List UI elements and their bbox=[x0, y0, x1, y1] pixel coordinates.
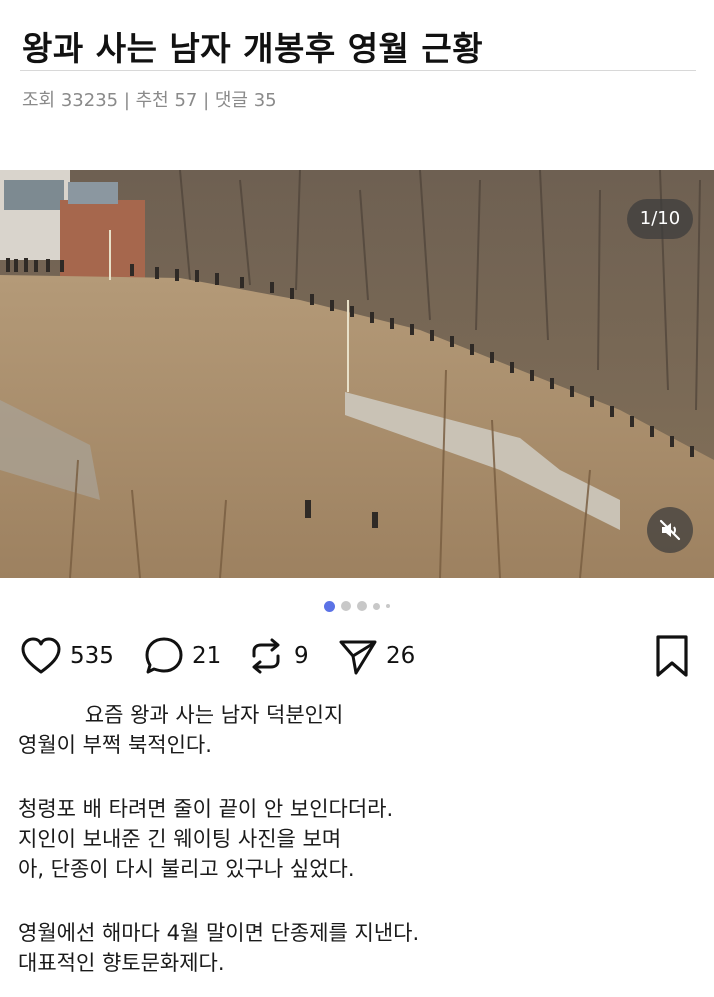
repost-button[interactable]: 9 bbox=[246, 632, 309, 680]
body-line: 지인이 보내준 긴 웨이팅 사진을 보며 bbox=[18, 827, 342, 851]
share-count: 26 bbox=[386, 643, 416, 669]
body-line bbox=[18, 884, 698, 918]
title-divider bbox=[20, 70, 696, 71]
bookmark-button[interactable] bbox=[654, 634, 690, 682]
repost-count: 9 bbox=[294, 643, 309, 669]
carousel-dot[interactable] bbox=[357, 601, 367, 611]
waiting-line-photo bbox=[0, 170, 714, 578]
body-line: 영월에선 해마다 4월 말이면 단종제를 지낸다. bbox=[18, 921, 420, 945]
body-line: 영월이 부쩍 북적인다. bbox=[18, 733, 212, 757]
action-bar: 535 21 9 26 bbox=[20, 632, 696, 680]
carousel-dot[interactable] bbox=[386, 604, 390, 608]
comment-button[interactable]: 21 bbox=[144, 632, 221, 680]
body-line: 요즘 왕과 사는 남자 덕분인지 bbox=[18, 703, 344, 727]
body-line: 아, 단종이 다시 불리고 있구나 싶었다. bbox=[18, 857, 355, 881]
like-count: 535 bbox=[70, 643, 114, 669]
mute-button[interactable] bbox=[647, 507, 693, 553]
share-button[interactable]: 26 bbox=[338, 632, 415, 680]
carousel-dot[interactable] bbox=[324, 600, 335, 612]
repost-icon bbox=[252, 638, 280, 674]
volume-mute-icon bbox=[659, 519, 681, 541]
post-title: 왕과 사는 남자 개봉후 영월 근황 bbox=[22, 29, 484, 68]
post-body: 요즘 왕과 사는 남자 덕분인지 영월이 부쩍 북적인다. 청령포 배 타려면 … bbox=[18, 700, 698, 978]
comment-icon bbox=[145, 637, 183, 674]
image-counter-badge: 1/10 bbox=[627, 199, 693, 239]
carousel-dot[interactable] bbox=[373, 602, 380, 610]
body-line: 청령포 배 타려면 줄이 끝이 안 보인다더라. bbox=[18, 797, 394, 821]
carousel-dot[interactable] bbox=[341, 601, 351, 611]
bookmark-icon bbox=[656, 635, 688, 677]
carousel-pagination bbox=[0, 600, 714, 612]
send-icon bbox=[339, 640, 377, 675]
like-button[interactable]: 535 bbox=[20, 632, 114, 680]
body-line: 대표적인 향토문화제다. bbox=[18, 951, 225, 975]
post-meta: 조회 33235 | 추천 57 | 댓글 35 bbox=[22, 90, 277, 111]
comment-count: 21 bbox=[192, 643, 222, 669]
heart-icon bbox=[21, 637, 61, 674]
media-carousel[interactable]: 1/10 bbox=[0, 170, 714, 578]
body-line bbox=[18, 760, 698, 794]
